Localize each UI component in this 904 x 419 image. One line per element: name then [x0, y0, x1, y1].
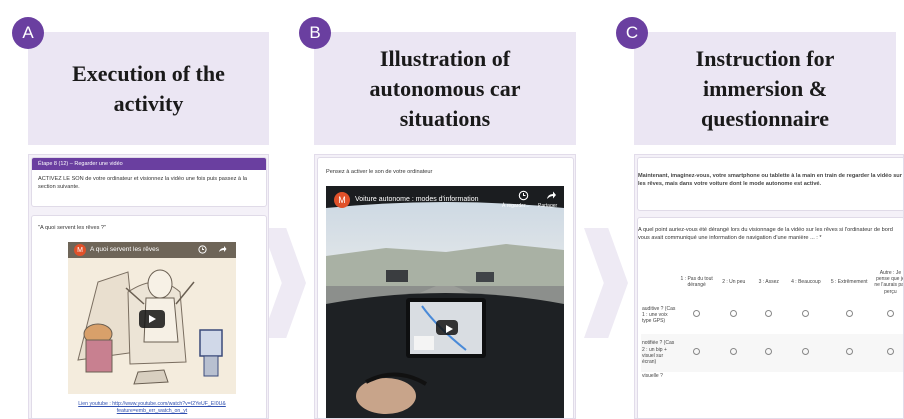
channel-avatar[interactable]: M	[74, 244, 86, 256]
share-label[interactable]: Partager	[538, 203, 557, 211]
video-title: A quoi servent les rêves	[90, 246, 160, 253]
column-header: Autre : Je pense que je ne l'aurais pas …	[874, 270, 904, 295]
column-header: 5 : Extrêmement	[830, 279, 868, 286]
immersion-intro: Maintenant, imaginez-vous, votre smartph…	[638, 173, 902, 187]
video-card-b: Pensez à activer le son de votre ordinat…	[317, 157, 574, 418]
radio-option[interactable]	[802, 348, 810, 356]
row-label: auditive ? (Cas 1 : une voix type GPS)	[642, 305, 676, 324]
share-icon[interactable]	[546, 190, 557, 201]
column-header: 1 : Pas du tout dérangé	[680, 276, 713, 289]
share-icon[interactable]	[218, 245, 227, 254]
radio-option[interactable]	[886, 310, 894, 318]
column-header: 2 : Un peu	[722, 279, 746, 286]
video-question: "A quoi servent les rêves ?"	[38, 225, 107, 231]
panel-questionnaire: Maintenant, imaginez-vous, votre smartph…	[634, 154, 904, 419]
badge-b: B	[299, 17, 331, 49]
column-header: 3 : Assez	[758, 279, 779, 286]
title-illustration: Illustration of autonomous car situation…	[314, 32, 576, 145]
clock-icon[interactable]	[518, 190, 529, 201]
grid-corner	[641, 269, 678, 296]
play-button-b[interactable]	[436, 320, 458, 335]
arrow-chevron-2	[584, 228, 628, 338]
radio-option[interactable]	[730, 348, 738, 356]
grid-row: auditive ? (Cas 1 : une voix type GPS)	[641, 296, 903, 334]
radio-option[interactable]	[693, 348, 701, 356]
radio-option[interactable]	[765, 348, 773, 356]
radio-option[interactable]	[845, 310, 853, 318]
panel-illustration: Pensez à activer le son de votre ordinat…	[314, 154, 576, 419]
youtube-video-dreams[interactable]: M A quoi servent les rêves	[68, 242, 236, 394]
channel-avatar-b[interactable]: M	[334, 192, 350, 208]
radio-option[interactable]	[765, 310, 773, 318]
disturbance-question: A quel point auriez-vous été dérangé lor…	[638, 227, 893, 241]
sound-reminder: Pensez à activer le son de votre ordinat…	[326, 169, 433, 175]
youtube-link-line1[interactable]: Lien youtube : http://www.youtube.com/wa…	[78, 401, 226, 407]
badge-c: C	[616, 17, 648, 49]
youtube-link-line2[interactable]: feature=emb_err_watch_on_yt	[117, 408, 188, 414]
form-header-card: Étape 8 (12) – Regarder une vidéo ACTIVE…	[31, 157, 267, 207]
radio-option[interactable]	[802, 310, 810, 318]
watch-later-label[interactable]: À regarder...	[502, 203, 530, 211]
likert-grid: 1 : Pas du tout dérangé 2 : Un peu 3 : A…	[641, 269, 904, 410]
sound-instruction: ACTIVEZ LE SON de votre ordinateur et vi…	[38, 176, 247, 190]
radio-option[interactable]	[886, 348, 894, 356]
title-execution: Execution of the activity	[28, 32, 269, 145]
car-dashboard-scene	[326, 186, 564, 418]
youtube-link-label[interactable]: Lien youtube : http://www.youtube.com/wa…	[62, 401, 242, 415]
intro-card: Maintenant, imaginez-vous, votre smartph…	[637, 157, 903, 211]
radio-option[interactable]	[730, 310, 738, 318]
grid-row: visuelle ?	[641, 372, 903, 410]
badge-a: A	[12, 17, 44, 49]
play-button[interactable]	[139, 310, 165, 328]
section-header: Étape 8 (12) – Regarder une vidéo	[32, 158, 266, 170]
video-card: "A quoi servent les rêves ?" M A quoi se…	[31, 215, 267, 418]
panel-execution: Étape 8 (12) – Regarder une vidéo ACTIVE…	[28, 154, 269, 419]
title-instruction: Instruction for immersion & questionnair…	[634, 32, 896, 145]
radio-option[interactable]	[845, 348, 853, 356]
row-label: visuelle ?	[642, 372, 663, 379]
clock-icon[interactable]	[198, 245, 207, 254]
column-header: 4 : Beaucoup	[791, 279, 821, 286]
radio-option[interactable]	[693, 310, 701, 318]
grid-row: notifiée ? (Cas 2 : un bip + visuel sur …	[641, 333, 903, 372]
row-label: notifiée ? (Cas 2 : un bip + visuel sur …	[641, 333, 679, 372]
video-title-b: Voiture autonome : modes d'information	[355, 196, 479, 203]
youtube-video-autonomous[interactable]: M Voiture autonome : modes d'information…	[326, 186, 564, 418]
